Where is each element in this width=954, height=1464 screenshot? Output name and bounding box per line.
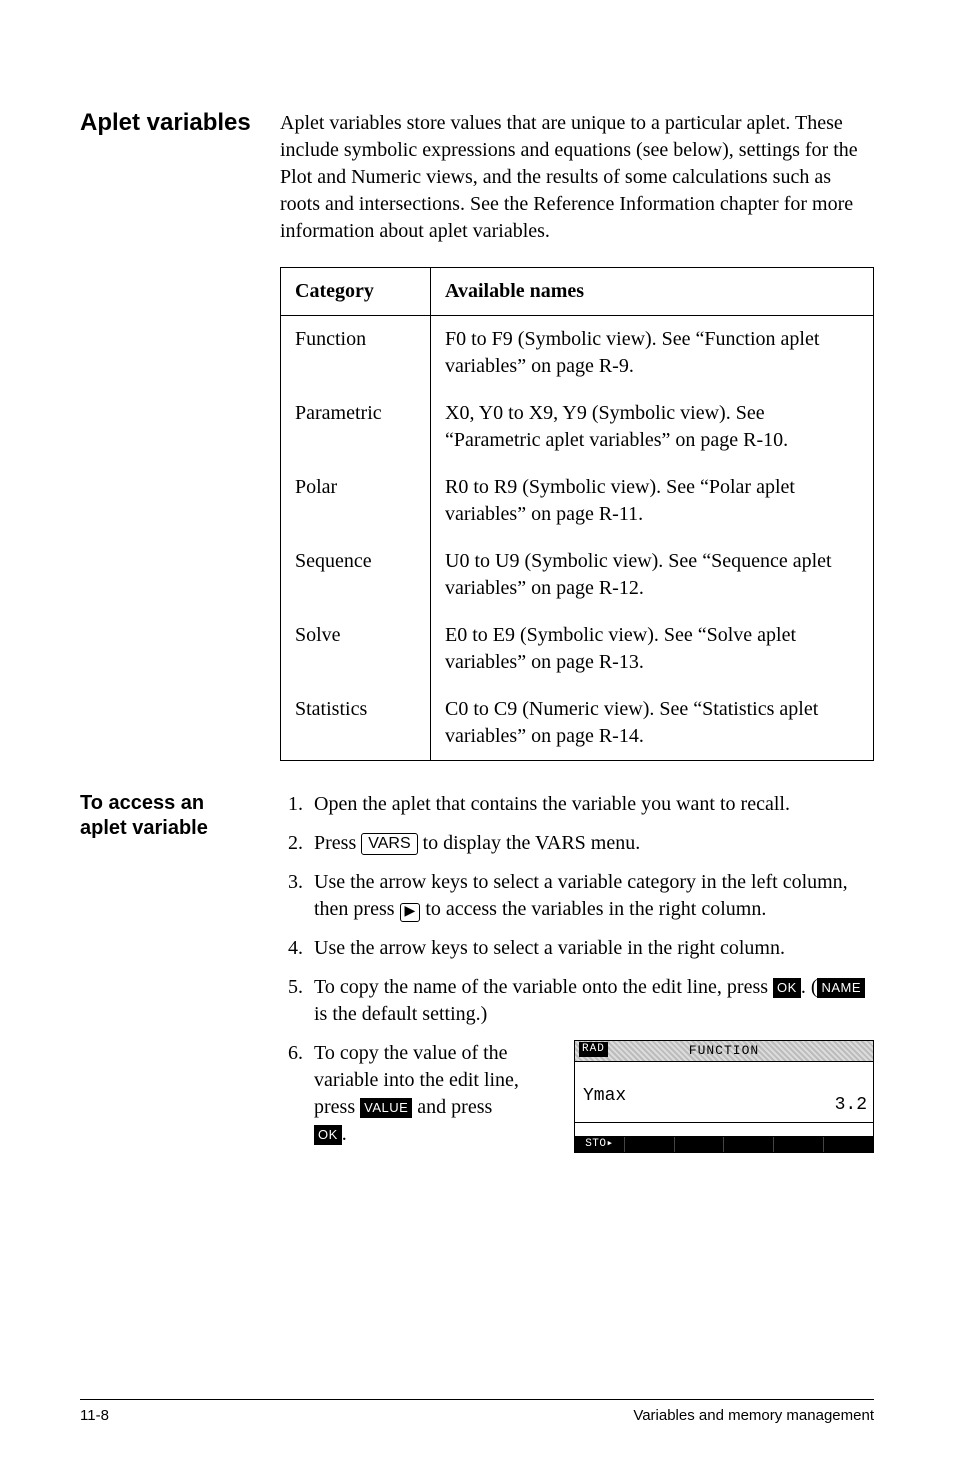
step-3: Use the arrow keys to select a variable …: [308, 869, 874, 923]
footer-rule: [80, 1399, 874, 1400]
calc-title: FUNCTION: [689, 1043, 759, 1058]
table-row: Sequence U0 to U9 (Symbolic view). See “…: [281, 538, 874, 612]
section-access-variable: To access an aplet variable Open the apl…: [80, 791, 874, 1165]
calculator-screenshot: RAD FUNCTION Ymax 3.2 STO▸: [574, 1040, 874, 1153]
page-number: 11-8: [80, 1407, 109, 1424]
calc-edit-line: [575, 1122, 873, 1136]
calc-menu-blank: [724, 1137, 774, 1152]
calc-menu-blank: [824, 1137, 873, 1152]
vars-key: VARS: [361, 833, 417, 855]
step-2: Press VARS to display the VARS menu.: [308, 830, 874, 857]
table-cell-desc: R0 to R9 (Symbolic view). See “Polar apl…: [431, 464, 874, 538]
table-row: Solve E0 to E9 (Symbolic view). See “Sol…: [281, 612, 874, 686]
table-cell-category: Solve: [281, 612, 431, 686]
calc-title-bar: RAD FUNCTION: [575, 1041, 873, 1062]
subsection-title: To access an aplet variable: [80, 791, 268, 841]
page-footer: 11-8 Variables and memory management: [80, 1407, 874, 1424]
section-title: Aplet variables: [80, 110, 268, 136]
calc-softkey-menu: STO▸: [575, 1136, 873, 1152]
step-1: Open the aplet that contains the variabl…: [308, 791, 874, 818]
calc-ymax-label: Ymax: [583, 1084, 626, 1108]
step-6: To copy the value of the variable into t…: [308, 1040, 874, 1153]
calc-menu-sto: STO▸: [575, 1137, 625, 1152]
table-cell-category: Parametric: [281, 390, 431, 464]
rad-indicator: RAD: [579, 1042, 608, 1057]
table-header-category: Category: [281, 268, 431, 316]
aplet-variables-table: Category Available names Function F0 to …: [280, 267, 874, 761]
ok-softkey: OK: [773, 978, 801, 998]
calc-history-area: Ymax 3.2: [575, 1062, 873, 1122]
table-cell-category: Polar: [281, 464, 431, 538]
step-5: To copy the name of the variable onto th…: [308, 974, 874, 1028]
table-header-names: Available names: [431, 268, 874, 316]
chapter-name: Variables and memory management: [633, 1407, 874, 1424]
right-arrow-key: ▶: [400, 903, 421, 922]
steps-list: Open the aplet that contains the variabl…: [280, 791, 874, 1153]
table-cell-desc: X0, Y0 to X9, Y9 (Symbolic view). See “P…: [431, 390, 874, 464]
table-cell-desc: E0 to E9 (Symbolic view). See “Solve apl…: [431, 612, 874, 686]
table-cell-category: Sequence: [281, 538, 431, 612]
table-row: Polar R0 to R9 (Symbolic view). See “Pol…: [281, 464, 874, 538]
table-row: Parametric X0, Y0 to X9, Y9 (Symbolic vi…: [281, 390, 874, 464]
calc-ymax-value: 3.2: [835, 1093, 867, 1117]
section-aplet-variables: Aplet variables Aplet variables store va…: [80, 110, 874, 761]
calc-menu-blank: [675, 1137, 725, 1152]
calc-menu-blank: [625, 1137, 675, 1152]
table-cell-desc: U0 to U9 (Symbolic view). See “Sequence …: [431, 538, 874, 612]
table-cell-desc: C0 to C9 (Numeric view). See “Statistics…: [431, 686, 874, 761]
intro-paragraph: Aplet variables store values that are un…: [280, 110, 874, 245]
step-4: Use the arrow keys to select a variable …: [308, 935, 874, 962]
value-softkey: VALUE: [360, 1098, 412, 1118]
table-row: Function F0 to F9 (Symbolic view). See “…: [281, 316, 874, 391]
ok-softkey: OK: [314, 1125, 342, 1145]
table-cell-desc: F0 to F9 (Symbolic view). See “Function …: [431, 316, 874, 391]
table-row: Statistics C0 to C9 (Numeric view). See …: [281, 686, 874, 761]
calc-menu-blank: [774, 1137, 824, 1152]
table-cell-category: Statistics: [281, 686, 431, 761]
table-cell-category: Function: [281, 316, 431, 391]
name-softkey: NAME: [817, 978, 865, 998]
